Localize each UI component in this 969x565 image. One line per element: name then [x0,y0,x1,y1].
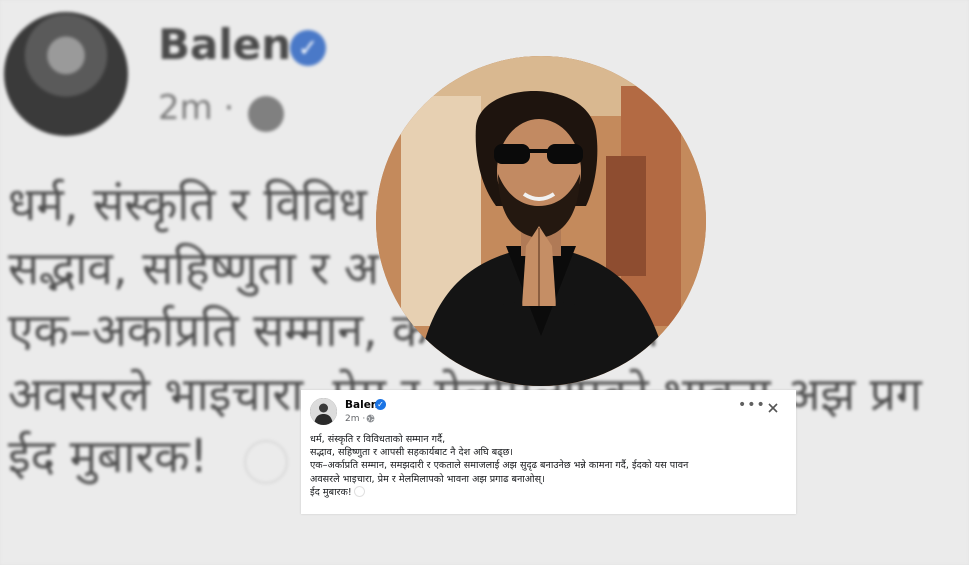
post-text: धर्म, संस्कृति र विविधताको सम्मान गर्दै,… [310,433,790,499]
post-text-line: ईद मुबारक! [310,486,352,498]
post-card: Balen ✓ 2m · ••• धर्म, संस्कृति र विविधत… [301,390,796,514]
heart-reaction-icon[interactable] [353,486,365,498]
more-options-icon[interactable]: ••• [738,398,766,412]
background-text-line: ईद मुबारक! [8,429,208,483]
post-timestamp[interactable]: 2m · [345,414,365,424]
portrait-illustration [376,56,706,386]
background-text-line: धर्म, संस्कृति र विविध [8,177,367,231]
background-author-name: Balen [158,20,292,69]
author-name[interactable]: Balen [345,399,378,411]
profile-portrait-photo [376,56,706,386]
verified-badge-icon: ✓ [375,399,386,410]
background-avatar [4,12,128,136]
close-icon[interactable] [767,402,779,414]
post-text-line: एक–अर्काप्रति सम्मान, समझदारी र एकताले स… [310,460,689,472]
background-reaction-icon [244,440,288,484]
author-avatar[interactable] [310,398,337,425]
avatar-image [310,398,337,425]
post-text-line: अवसरले भाइचारा, प्रेम र मेलमिलापको भावना… [310,473,545,485]
background-verified-icon: ✓ [290,30,326,66]
post-text-line: धर्म, संस्कृति र विविधताको सम्मान गर्दै, [310,434,446,445]
background-time: 2m · [158,88,235,128]
background-globe-icon [248,96,284,132]
post-text-line: सद्भाव, सहिष्णुता र आपसी सहकार्यबाट नै द… [310,447,513,459]
post-text-line-last: ईद मुबारक! [310,486,790,499]
globe-icon [366,414,375,423]
